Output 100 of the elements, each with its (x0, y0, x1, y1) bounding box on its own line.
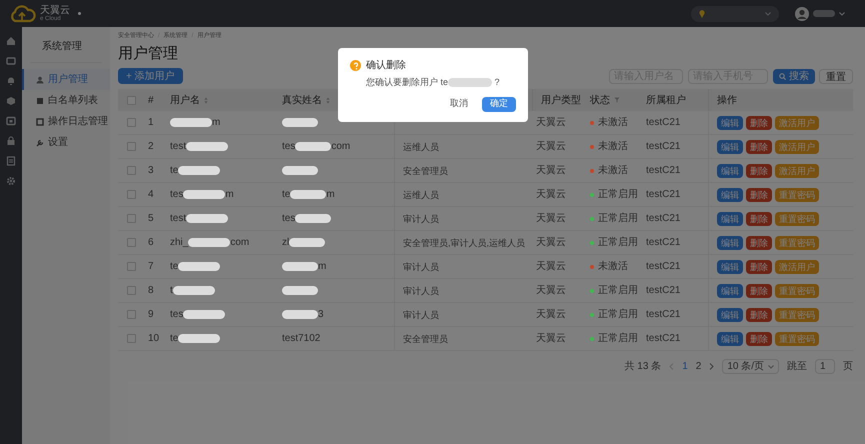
sidebar-item[interactable]: 操作日志管理 (22, 111, 110, 132)
status-label: 正常启用 (598, 308, 638, 322)
table-cell: testC21 (646, 309, 680, 320)
delete-button[interactable]: 删除 (746, 308, 772, 322)
status-label: 未激活 (598, 164, 628, 178)
sidebar-item[interactable]: 设置 (22, 132, 110, 153)
checkbox[interactable] (126, 334, 136, 343)
edit-button[interactable]: 编辑 (717, 188, 743, 202)
delete-button[interactable]: 删除 (746, 212, 772, 226)
region-dropdown[interactable] (691, 6, 779, 22)
action-button[interactable]: 重置密码 (775, 188, 819, 202)
text-fragment: zl (282, 236, 290, 250)
table-cell: 安全管理员 (403, 166, 448, 176)
action-button[interactable]: 激活用户 (775, 140, 819, 154)
table-cell: 运维人员 (403, 142, 439, 152)
edit-button[interactable]: 编辑 (717, 164, 743, 178)
edit-button[interactable]: 编辑 (717, 116, 743, 130)
add-user-button[interactable]: + 添加用户 (118, 68, 183, 84)
action-button[interactable]: 重置密码 (775, 308, 819, 322)
checkbox[interactable] (126, 166, 136, 175)
table-cell: testC21 (646, 285, 680, 296)
redaction-mark (295, 142, 332, 151)
text-fragment: tes (170, 308, 184, 322)
table-cell: testC21 (646, 165, 680, 176)
lock-icon (6, 136, 16, 146)
delete-button[interactable]: 删除 (746, 164, 772, 178)
action-button[interactable]: 重置密码 (775, 284, 819, 298)
action-button[interactable]: 重置密码 (775, 212, 819, 226)
checkbox[interactable] (126, 214, 136, 223)
table-cell: testC21 (646, 189, 680, 200)
table-cell: 审计人员 (403, 262, 439, 272)
sidebar-title: 系统管理 (30, 27, 102, 63)
delete-button[interactable]: 删除 (746, 332, 772, 346)
delete-button[interactable]: 删除 (746, 260, 772, 274)
text-fragment: m (212, 116, 220, 130)
table-cell: 审计人员 (403, 214, 439, 224)
reset-button[interactable]: 重置 (819, 68, 853, 84)
table-cell: 安全管理员 (403, 334, 448, 344)
text-fragment: zhi_ (170, 236, 188, 250)
table-cell: 10 (148, 333, 160, 344)
checkbox[interactable] (126, 142, 136, 151)
checkbox[interactable] (126, 262, 136, 271)
column-header: 所属租户 (646, 94, 686, 108)
delete-button[interactable]: 删除 (746, 236, 772, 250)
checkbox[interactable] (126, 286, 136, 295)
edit-button[interactable]: 编辑 (717, 236, 743, 250)
confirm-button[interactable]: 确定 (482, 96, 516, 112)
jump-label: 跳至 (787, 360, 807, 374)
delete-button[interactable]: 删除 (746, 116, 772, 130)
table-cell: 4 (148, 189, 154, 200)
chevron-left-icon (669, 363, 674, 370)
checkbox[interactable] (126, 310, 136, 319)
table-cell: 1 (148, 117, 154, 128)
delete-button[interactable]: 删除 (746, 140, 772, 154)
table-cell: 6 (148, 237, 154, 248)
edit-button[interactable]: 编辑 (717, 308, 743, 322)
page-size-dropdown[interactable]: 10 条/页 (722, 359, 779, 374)
page-jump-field[interactable]: 1 (815, 359, 835, 374)
action-button[interactable]: 激活用户 (775, 164, 819, 178)
delete-button[interactable]: 删除 (746, 284, 772, 298)
checkbox[interactable] (126, 238, 136, 247)
user-icon (36, 76, 44, 84)
action-button[interactable]: 重置密码 (775, 332, 819, 346)
edit-button[interactable]: 编辑 (717, 284, 743, 298)
action-button[interactable]: 激活用户 (775, 260, 819, 274)
text-fragment: te (170, 164, 178, 178)
search-button[interactable]: 搜索 (773, 68, 815, 84)
checkbox[interactable] (126, 190, 136, 199)
text-fragment: te (282, 188, 290, 202)
edit-button[interactable]: 编辑 (717, 260, 743, 274)
action-button[interactable]: 激活用户 (775, 116, 819, 130)
sidebar-item[interactable]: 白名单列表 (22, 90, 110, 111)
sort-icon (204, 96, 208, 104)
action-button[interactable]: 重置密码 (775, 236, 819, 250)
edit-button[interactable]: 编辑 (717, 212, 743, 226)
total-count: 共 13 条 (624, 360, 662, 374)
table-cell: testC21 (646, 333, 680, 344)
bell-icon (6, 76, 16, 86)
cloud-logo-icon (8, 4, 36, 24)
checkbox[interactable] (126, 118, 136, 127)
table-cell: 天翼云 (536, 165, 566, 176)
text-fragment: ? (494, 76, 500, 89)
sidebar-item[interactable]: 用户管理 (22, 69, 110, 90)
column-header: 用户类型 (541, 94, 581, 108)
status-label: 正常启用 (598, 332, 638, 346)
caret-icon (839, 12, 845, 16)
cancel-button[interactable]: 取消 (444, 96, 474, 112)
status-label: 正常启用 (598, 236, 638, 250)
checkbox[interactable] (126, 96, 136, 104)
home-icon (6, 36, 16, 46)
page-button[interactable]: 2 (696, 359, 702, 374)
table-cell: testC21 (646, 261, 680, 272)
page-button[interactable]: 1 (682, 359, 688, 374)
text-fragment: te (170, 332, 178, 346)
delete-button[interactable]: 删除 (746, 188, 772, 202)
edit-button[interactable]: 编辑 (717, 332, 743, 346)
edit-button[interactable]: 编辑 (717, 140, 743, 154)
table-cell: 8 (148, 285, 154, 296)
text-fragment: test (170, 212, 186, 226)
wrench-icon (36, 138, 44, 146)
